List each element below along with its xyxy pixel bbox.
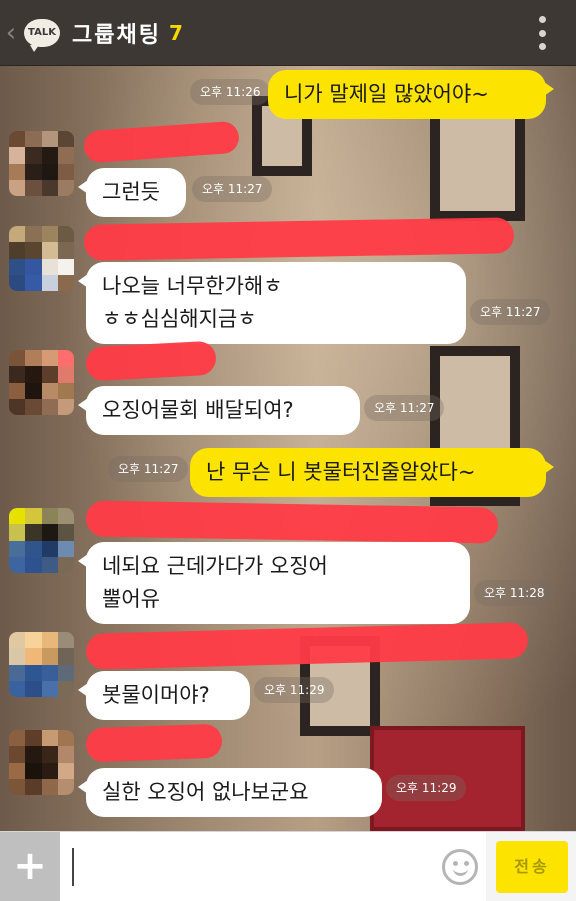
avatar[interactable]: [9, 131, 74, 196]
send-button[interactable]: 전송: [496, 841, 568, 893]
redacted-sender-name: [85, 500, 499, 544]
message-time: 오후 11:29: [386, 775, 467, 801]
chat-title: 그룹채팅: [72, 22, 161, 48]
avatar[interactable]: [9, 632, 74, 697]
more-vertical-icon[interactable]: [538, 16, 546, 50]
chat-header: ‹ TALK 그룹채팅 7: [0, 0, 576, 66]
message-time: 오후 11:27: [108, 456, 189, 482]
message-bubble[interactable]: 실한 오징어 없나보군요: [78, 768, 382, 817]
avatar[interactable]: [9, 730, 74, 795]
message-time: 오후 11:28: [474, 580, 555, 606]
message-time: 오후 11:26: [190, 79, 271, 105]
redacted-sender-name: [85, 622, 529, 670]
message-bubble-mine[interactable]: 니가 말제일 많았어야~: [268, 70, 554, 119]
chat-area[interactable]: 오후 11:26 니가 말제일 많았어야~ 그런듯 오후 11:27 나오늘 너…: [0, 66, 576, 831]
redacted-sender-name: [85, 340, 217, 382]
message-bubble[interactable]: 네되요 근데가다가 오징어 뿔어유: [78, 542, 470, 624]
avatar[interactable]: [9, 508, 74, 573]
message-bubble[interactable]: 나오늘 너무한가해ㅎ ㅎㅎ심심해지금ㅎ: [78, 262, 466, 344]
chevron-left-icon[interactable]: ‹: [0, 0, 22, 66]
plus-icon[interactable]: +: [0, 832, 60, 901]
message-time: 오후 11:27: [364, 395, 445, 421]
avatar[interactable]: [9, 350, 74, 415]
avatar[interactable]: [9, 226, 74, 291]
talk-logo: TALK: [24, 18, 60, 52]
message-bubble[interactable]: 그런듯: [78, 168, 186, 217]
text-cursor: [72, 848, 74, 886]
message-time: 오후 11:29: [254, 677, 335, 703]
emoticon-icon[interactable]: [442, 849, 478, 885]
chat-input-bar: + 전송: [0, 831, 576, 901]
member-count: 7: [168, 20, 183, 45]
message-bubble-mine[interactable]: 난 무슨 니 봇물터진줄알았다~: [190, 448, 554, 497]
message-bubble[interactable]: 봇물이머야?: [78, 671, 250, 720]
redacted-sender-name: [83, 217, 515, 261]
message-input[interactable]: [60, 832, 486, 901]
message-time: 오후 11:27: [192, 176, 273, 202]
redacted-sender-name: [85, 723, 223, 763]
message-bubble[interactable]: 오징어물회 배달되여?: [78, 386, 360, 435]
redacted-sender-name: [83, 120, 240, 164]
message-time: 오후 11:27: [470, 299, 551, 325]
